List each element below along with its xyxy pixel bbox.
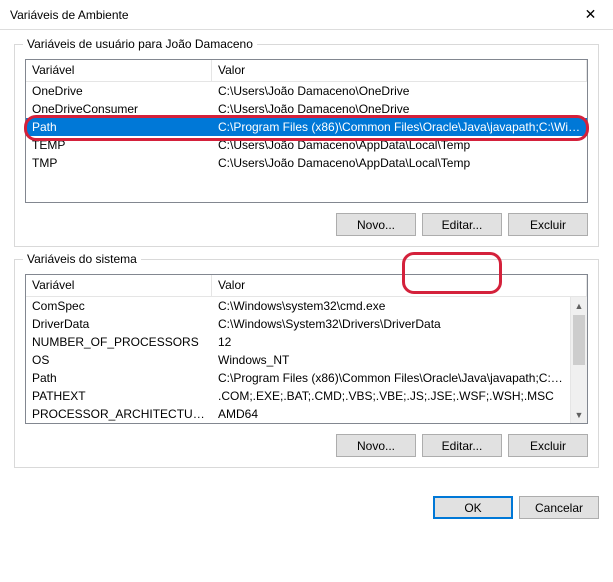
scroll-down-icon[interactable]: ▼	[571, 406, 587, 423]
listview-body: ComSpecC:\Windows\system32\cmd.exeDriver…	[26, 297, 587, 423]
scrollbar[interactable]: ▲ ▼	[570, 297, 587, 423]
table-row[interactable]: DriverDataC:\Windows\System32\Drivers\Dr…	[26, 315, 570, 333]
cell-value: C:\Windows\system32\cmd.exe	[212, 297, 570, 315]
ok-button[interactable]: OK	[433, 496, 513, 519]
column-header-variable[interactable]: Variável	[26, 275, 212, 296]
cell-value: C:\Program Files (x86)\Common Files\Orac…	[212, 118, 587, 136]
sys-vars-group: Variáveis do sistema Variável Valor ComS…	[14, 259, 599, 468]
close-button[interactable]: ✕	[568, 0, 613, 30]
cell-value: C:\Users\João Damaceno\OneDrive	[212, 100, 587, 118]
dialog-content: Variáveis de usuário para João Damaceno …	[0, 30, 613, 488]
listview-body: OneDriveC:\Users\João Damaceno\OneDriveO…	[26, 82, 587, 202]
table-row[interactable]: OneDriveC:\Users\João Damaceno\OneDrive	[26, 82, 587, 100]
cell-variable: OneDriveConsumer	[26, 100, 212, 118]
cell-variable: ComSpec	[26, 297, 212, 315]
listview-header: Variável Valor	[26, 275, 587, 297]
table-row[interactable]: PathC:\Program Files (x86)\Common Files\…	[26, 118, 587, 136]
user-vars-buttons: Novo... Editar... Excluir	[25, 213, 588, 236]
cell-value: C:\Users\João Damaceno\AppData\Local\Tem…	[212, 136, 587, 154]
table-row[interactable]: ComSpecC:\Windows\system32\cmd.exe	[26, 297, 570, 315]
user-vars-group: Variáveis de usuário para João Damaceno …	[14, 44, 599, 247]
table-row[interactable]: NUMBER_OF_PROCESSORS12	[26, 333, 570, 351]
table-row[interactable]: TMPC:\Users\João Damaceno\AppData\Local\…	[26, 154, 587, 172]
sys-edit-button[interactable]: Editar...	[422, 434, 502, 457]
table-row[interactable]: PATHEXT.COM;.EXE;.BAT;.CMD;.VBS;.VBE;.JS…	[26, 387, 570, 405]
table-row[interactable]: PathC:\Program Files (x86)\Common Files\…	[26, 369, 570, 387]
scroll-thumb[interactable]	[573, 315, 585, 365]
sys-delete-button[interactable]: Excluir	[508, 434, 588, 457]
cancel-button[interactable]: Cancelar	[519, 496, 599, 519]
column-header-value[interactable]: Valor	[212, 275, 587, 296]
cell-variable: Path	[26, 369, 212, 387]
cell-value: C:\Program Files (x86)\Common Files\Orac…	[212, 369, 570, 387]
dialog-buttons: OK Cancelar	[0, 488, 613, 533]
cell-variable: Path	[26, 118, 212, 136]
column-header-value[interactable]: Valor	[212, 60, 587, 81]
cell-variable: PATHEXT	[26, 387, 212, 405]
cell-variable: OneDrive	[26, 82, 212, 100]
user-new-button[interactable]: Novo...	[336, 213, 416, 236]
cell-variable: DriverData	[26, 315, 212, 333]
cell-variable: OS	[26, 351, 212, 369]
sys-vars-legend: Variáveis do sistema	[23, 252, 141, 266]
cell-value: 12	[212, 333, 570, 351]
scroll-up-icon[interactable]: ▲	[571, 297, 587, 314]
listview-header: Variável Valor	[26, 60, 587, 82]
table-row[interactable]: OSWindows_NT	[26, 351, 570, 369]
column-header-variable[interactable]: Variável	[26, 60, 212, 81]
cell-value: .COM;.EXE;.BAT;.CMD;.VBS;.VBE;.JS;.JSE;.…	[212, 387, 570, 405]
table-row[interactable]: TEMPC:\Users\João Damaceno\AppData\Local…	[26, 136, 587, 154]
cell-value: C:\Users\João Damaceno\AppData\Local\Tem…	[212, 154, 587, 172]
sys-vars-listview[interactable]: Variável Valor ComSpecC:\Windows\system3…	[25, 274, 588, 424]
user-delete-button[interactable]: Excluir	[508, 213, 588, 236]
table-row[interactable]: OneDriveConsumerC:\Users\João Damaceno\O…	[26, 100, 587, 118]
cell-variable: TEMP	[26, 136, 212, 154]
user-vars-listview[interactable]: Variável Valor OneDriveC:\Users\João Dam…	[25, 59, 588, 203]
table-row[interactable]: PROCESSOR_ARCHITECTUREAMD64	[26, 405, 570, 423]
cell-variable: PROCESSOR_ARCHITECTURE	[26, 405, 212, 423]
window-title: Variáveis de Ambiente	[10, 8, 129, 22]
cell-value: AMD64	[212, 405, 570, 423]
cell-value: C:\Windows\System32\Drivers\DriverData	[212, 315, 570, 333]
titlebar: Variáveis de Ambiente ✕	[0, 0, 613, 30]
user-edit-button[interactable]: Editar...	[422, 213, 502, 236]
close-icon: ✕	[585, 6, 597, 23]
user-vars-legend: Variáveis de usuário para João Damaceno	[23, 37, 257, 51]
sys-new-button[interactable]: Novo...	[336, 434, 416, 457]
cell-variable: TMP	[26, 154, 212, 172]
cell-value: Windows_NT	[212, 351, 570, 369]
cell-value: C:\Users\João Damaceno\OneDrive	[212, 82, 587, 100]
cell-variable: NUMBER_OF_PROCESSORS	[26, 333, 212, 351]
sys-vars-buttons: Novo... Editar... Excluir	[25, 434, 588, 457]
